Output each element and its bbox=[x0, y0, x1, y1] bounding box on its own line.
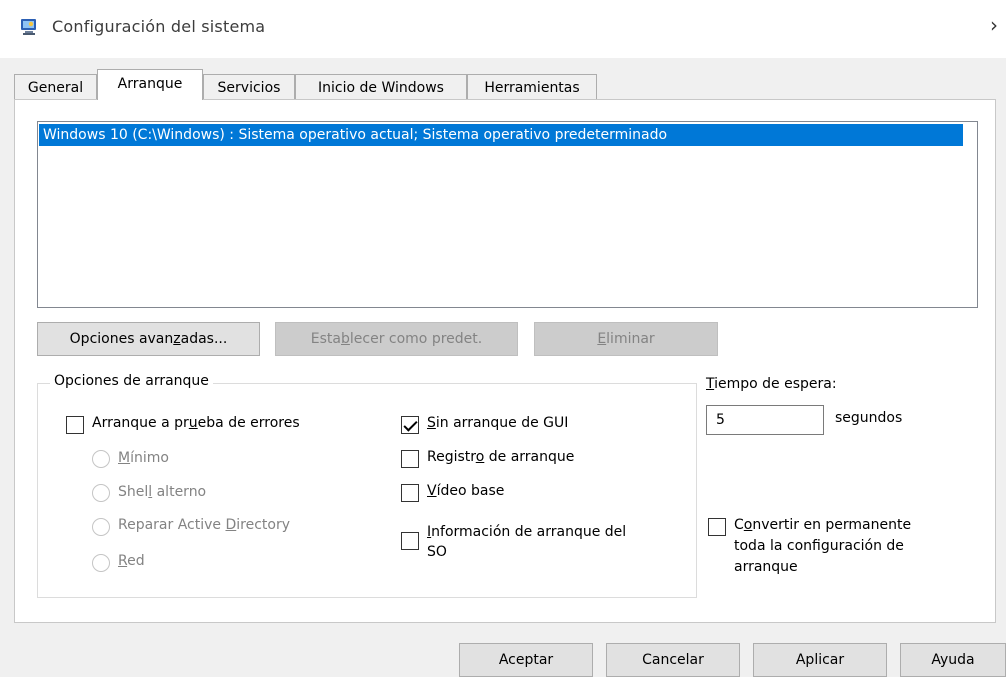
base-video-checkbox[interactable] bbox=[401, 484, 419, 502]
label-text: in arranque de GUI bbox=[435, 415, 569, 431]
label-text-line2: toda la configuración de bbox=[734, 538, 904, 554]
tab-label: Arranque bbox=[117, 76, 183, 92]
make-permanent-label[interactable]: Convertir en permanente toda la configur… bbox=[734, 515, 911, 578]
timeout-label: Tiempo de espera: bbox=[706, 376, 837, 392]
make-permanent-checkbox[interactable] bbox=[708, 518, 726, 536]
network-radio[interactable] bbox=[92, 554, 110, 572]
tab-label: Herramientas bbox=[484, 80, 580, 96]
label-text: C bbox=[734, 517, 744, 533]
label-text-line2: SO bbox=[427, 544, 447, 560]
button-label-accel: z bbox=[173, 331, 181, 347]
label-text: alterno bbox=[152, 484, 207, 500]
label-text: ídeo base bbox=[436, 483, 505, 499]
boot-options-group-title: Opciones de arranque bbox=[50, 373, 213, 389]
tab-label: Servicios bbox=[217, 80, 281, 96]
no-gui-boot-label[interactable]: Sin arranque de GUI bbox=[427, 415, 568, 431]
label-text: nformación de arranque del bbox=[431, 524, 627, 540]
minimal-radio[interactable] bbox=[92, 450, 110, 468]
tab-general[interactable]: General bbox=[14, 74, 97, 100]
label-text: eba de errores bbox=[197, 415, 300, 431]
tab-inicio-de-windows[interactable]: Inicio de Windows bbox=[295, 74, 467, 100]
help-button[interactable]: Ayuda bbox=[900, 643, 1006, 677]
close-icon[interactable]: › bbox=[990, 13, 998, 37]
button-label-accel: E bbox=[597, 331, 607, 347]
ad-repair-radio[interactable] bbox=[92, 518, 110, 536]
set-default-button[interactable]: Establecer como predet. bbox=[275, 322, 518, 356]
boot-log-checkbox[interactable] bbox=[401, 450, 419, 468]
system-config-icon bbox=[20, 18, 38, 36]
timeout-input[interactable]: 5 bbox=[706, 405, 824, 435]
button-label: Esta bbox=[310, 331, 341, 347]
ok-button[interactable]: Aceptar bbox=[459, 643, 593, 677]
button-label: adas... bbox=[180, 331, 228, 347]
apply-button[interactable]: Aplicar bbox=[753, 643, 887, 677]
button-label: liminar bbox=[606, 331, 655, 347]
cancel-button[interactable]: Cancelar bbox=[606, 643, 740, 677]
minimal-label[interactable]: Mínimo bbox=[118, 450, 169, 466]
no-gui-boot-checkbox[interactable] bbox=[401, 416, 419, 434]
network-label[interactable]: Red bbox=[118, 553, 145, 569]
base-video-label[interactable]: Vídeo base bbox=[427, 483, 504, 499]
button-label: Aceptar bbox=[498, 652, 554, 668]
alternate-shell-radio[interactable] bbox=[92, 484, 110, 502]
os-boot-info-checkbox[interactable] bbox=[401, 532, 419, 550]
label-accel: T bbox=[706, 376, 715, 392]
delete-button[interactable]: Eliminar bbox=[534, 322, 718, 356]
label-text: ed bbox=[127, 553, 145, 569]
label-text: Shel bbox=[118, 484, 149, 500]
boot-os-list[interactable] bbox=[37, 121, 978, 308]
safe-boot-label[interactable]: Arranque a prueba de errores bbox=[92, 415, 300, 431]
label-text: de arranque bbox=[484, 449, 575, 465]
ad-repair-label[interactable]: Reparar Active Directory bbox=[118, 517, 290, 533]
label-text: ínimo bbox=[130, 450, 169, 466]
label-text: iempo de espera: bbox=[714, 376, 837, 392]
button-label-accel: b bbox=[341, 331, 350, 347]
label-text: Arranque a pr bbox=[92, 415, 189, 431]
advanced-options-button[interactable]: Opciones avanzadas... bbox=[37, 322, 260, 356]
button-label: Ayuda bbox=[931, 652, 975, 668]
button-label: Opciones avan bbox=[69, 331, 174, 347]
label-accel: V bbox=[427, 483, 437, 499]
tab-arranque[interactable]: Arranque bbox=[97, 69, 203, 100]
label-text: Registr bbox=[427, 449, 476, 465]
label-text: nvertir en permanente bbox=[752, 517, 912, 533]
tab-label: Inicio de Windows bbox=[318, 80, 444, 96]
tab-herramientas[interactable]: Herramientas bbox=[467, 74, 597, 100]
button-label: Aplicar bbox=[795, 652, 845, 668]
label-accel: M bbox=[118, 450, 131, 466]
button-label: Cancelar bbox=[642, 652, 704, 668]
boot-log-label[interactable]: Registro de arranque bbox=[427, 449, 574, 465]
alternate-shell-label[interactable]: Shell alterno bbox=[118, 484, 206, 500]
label-accel: R bbox=[118, 553, 128, 569]
label-text-line3: arranque bbox=[734, 559, 798, 575]
label-text: irectory bbox=[236, 517, 291, 533]
label-accel: u bbox=[188, 415, 198, 431]
safe-boot-checkbox[interactable] bbox=[66, 416, 84, 434]
button-label: lecer como predet. bbox=[349, 331, 483, 347]
label-text: Reparar Active bbox=[118, 517, 226, 533]
label-accel: D bbox=[225, 517, 237, 533]
window-title: Configuración del sistema bbox=[52, 17, 266, 36]
boot-os-list-item[interactable]: Windows 10 (C:\Windows) : Sistema operat… bbox=[39, 124, 963, 146]
timeout-unit: segundos bbox=[835, 410, 903, 426]
label-accel: S bbox=[427, 415, 436, 431]
tab-label: General bbox=[27, 80, 84, 96]
tab-servicios[interactable]: Servicios bbox=[203, 74, 295, 100]
os-boot-info-label[interactable]: Información de arranque del SO bbox=[427, 522, 626, 562]
